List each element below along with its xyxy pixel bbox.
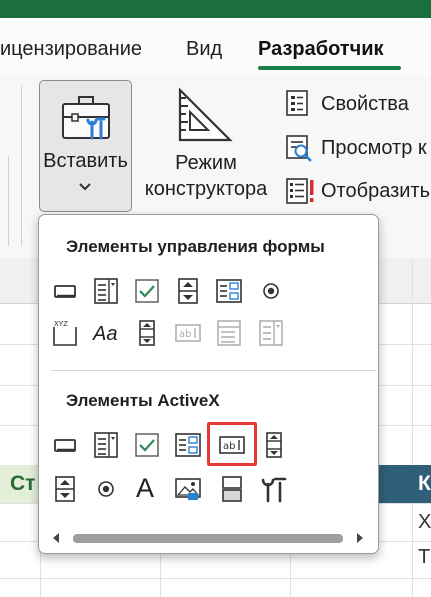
chevron-down-icon	[79, 183, 91, 191]
insert-button-label: Вставить	[43, 150, 128, 172]
scroll-right-icon[interactable]	[353, 531, 367, 545]
section-divider	[51, 370, 376, 371]
label-icon[interactable]: Aa	[93, 323, 123, 351]
table-cell-text: Х	[418, 511, 431, 533]
activex-controls-title: Элементы ActiveX	[66, 391, 220, 410]
run-dialog-icon	[286, 178, 314, 204]
title-bar-strip	[0, 0, 431, 18]
command-button-icon[interactable]	[51, 431, 79, 459]
combo-box-icon[interactable]	[92, 277, 120, 305]
properties-button[interactable]: Свойства	[285, 88, 431, 118]
svg-text:XYZ: XYZ	[54, 320, 68, 328]
tab-view[interactable]: Вид	[186, 38, 222, 61]
group-box-icon[interactable]: XYZ	[51, 319, 79, 347]
image-icon[interactable]	[174, 475, 202, 503]
svg-text:ab: ab	[179, 329, 191, 340]
tab-developer[interactable]: Разработчик	[258, 38, 384, 61]
check-box-icon[interactable]	[133, 277, 161, 305]
insert-controls-dropdown: Элементы управления формы XYZ Aa ab Элем…	[38, 214, 379, 554]
option-button-icon[interactable]	[92, 475, 120, 503]
scroll-bar-icon[interactable]	[260, 431, 288, 459]
combo-list-edit-icon	[217, 320, 241, 346]
list-box-icon[interactable]	[215, 277, 243, 305]
text-field-icon: ab	[175, 324, 201, 342]
properties-label: Свойства	[321, 93, 409, 115]
ribbon-tab-row: ицензирование Вид Разработчик	[0, 18, 431, 76]
label-icon[interactable]: A	[136, 473, 162, 503]
design-mode-label-line1: Режим	[175, 152, 237, 174]
run-dialog-label: Отобразить	[321, 180, 431, 202]
active-tab-indicator	[258, 66, 401, 70]
view-code-label: Просмотр к	[321, 137, 427, 159]
toolbox-icon	[62, 96, 110, 140]
text-box-highlight	[207, 422, 257, 466]
ruler-triangle-icon	[178, 87, 233, 142]
design-mode-label-line2: конструктора	[144, 178, 268, 200]
properties-icon	[286, 90, 308, 116]
combo-drop-down-edit-icon	[259, 320, 283, 346]
scroll-left-icon[interactable]	[49, 531, 63, 545]
group-separator	[8, 156, 9, 246]
dropdown-scrollbar[interactable]	[49, 527, 369, 549]
green-cell-text: Ст	[10, 472, 36, 495]
table-header-text: К	[418, 472, 431, 495]
scroll-thumb[interactable]	[73, 534, 343, 543]
list-box-icon[interactable]	[174, 431, 202, 459]
view-code-icon	[286, 135, 312, 162]
spin-button-icon[interactable]	[174, 277, 202, 305]
combo-box-icon[interactable]	[92, 431, 120, 459]
group-separator	[21, 86, 22, 246]
button-icon[interactable]	[51, 277, 79, 305]
more-controls-icon[interactable]	[260, 475, 288, 503]
toggle-button-icon[interactable]	[218, 475, 246, 503]
option-button-icon[interactable]	[257, 277, 285, 305]
form-controls-title: Элементы управления формы	[66, 237, 325, 256]
table-cell-text: Т	[418, 546, 431, 568]
check-box-icon[interactable]	[133, 431, 161, 459]
scroll-bar-icon[interactable]	[133, 319, 161, 347]
view-code-button[interactable]: Просмотр к	[285, 132, 431, 162]
run-dialog-button[interactable]: Отобразить	[285, 175, 431, 205]
spin-button-icon[interactable]	[51, 475, 79, 503]
design-mode-button[interactable]: Режим конструктора	[140, 150, 272, 202]
tab-licensing[interactable]: ицензирование	[0, 38, 142, 61]
